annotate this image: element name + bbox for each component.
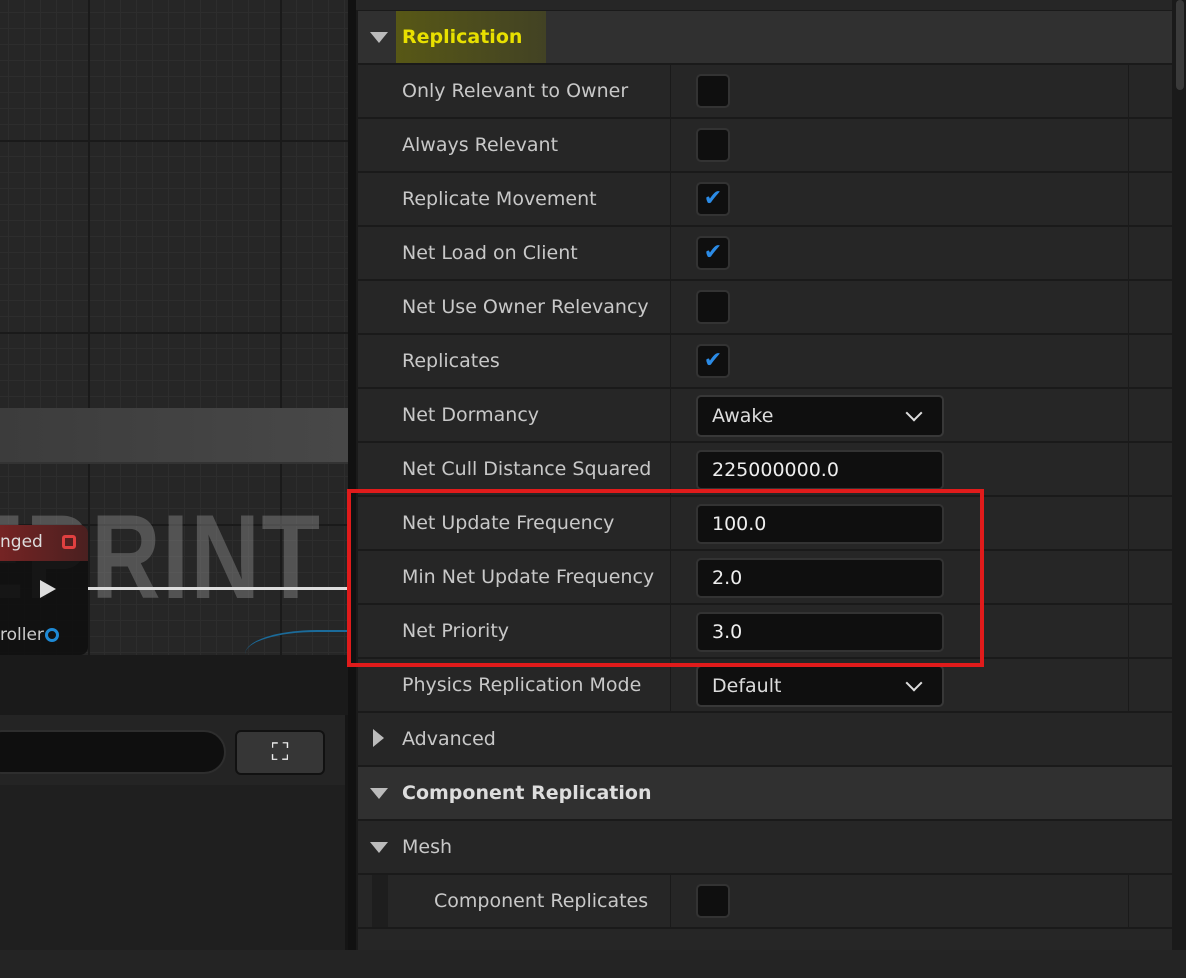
column-divider [1128, 227, 1129, 279]
column-divider [1128, 551, 1129, 603]
node-pin-label: roller [0, 625, 44, 645]
property-row: Net Use Owner Relevancy [358, 281, 1172, 333]
object-wire [245, 630, 348, 655]
results-panel [0, 785, 345, 950]
column-divider [1128, 335, 1129, 387]
property-label: Always Relevant [402, 134, 559, 156]
property-label: Replicates [402, 350, 500, 372]
column-divider [1128, 389, 1129, 441]
category-component-replication[interactable]: Component Replication [358, 767, 1172, 819]
top-row [356, 0, 1172, 10]
advanced-label: Advanced [402, 728, 496, 750]
collapse-arrow-icon [373, 729, 384, 747]
column-divider [670, 119, 671, 171]
property-label: Net Dormancy [402, 404, 540, 426]
column-divider [1128, 875, 1129, 927]
property-label: Net Use Owner Relevancy [402, 296, 649, 318]
column-divider [1128, 173, 1129, 225]
property-label: Replicate Movement [402, 188, 597, 210]
character-movement-label: Character Movement [402, 933, 602, 950]
expand-arrow-icon [370, 842, 388, 853]
dropdown-value: Default [712, 675, 782, 697]
binoculars-icon: ⛶ [271, 738, 289, 766]
scrollbar-thumb[interactable] [1176, 0, 1184, 90]
column-divider [670, 875, 671, 927]
graph-node-bar [0, 408, 348, 464]
property-row: Net Cull Distance Squared 225000000.0 [358, 443, 1172, 495]
object-pin-icon[interactable] [45, 628, 59, 642]
scrollbar[interactable] [1172, 0, 1186, 950]
property-label: Net Cull Distance Squared [402, 458, 652, 480]
column-divider [670, 443, 671, 495]
property-checkbox[interactable] [696, 290, 730, 324]
column-divider [1128, 281, 1129, 333]
advanced-row[interactable]: Advanced [358, 713, 1172, 765]
property-label: Net Load on Client [402, 242, 578, 264]
property-row: Net Dormancy Awake [358, 389, 1172, 441]
column-divider [670, 389, 671, 441]
find-button[interactable]: ⛶ [235, 730, 325, 775]
property-checkbox[interactable]: ✔ [696, 344, 730, 378]
character-movement-row[interactable]: Character Movement [358, 929, 1172, 950]
details-panel: Replication Only Relevant to Owner Always… [356, 0, 1172, 950]
property-dropdown[interactable]: Default [696, 665, 944, 707]
category-replication[interactable]: Replication [358, 11, 1172, 63]
chevron-down-icon [905, 674, 923, 692]
checkmark-icon: ✔ [703, 186, 723, 211]
column-divider [1128, 605, 1129, 657]
checkmark-icon: ✔ [703, 348, 723, 373]
mesh-label: Mesh [402, 836, 453, 858]
bottom-bar [0, 950, 1186, 978]
dropdown-value: Awake [712, 405, 774, 427]
exec-wire [88, 587, 348, 590]
column-divider [1128, 497, 1129, 549]
property-checkbox[interactable] [696, 128, 730, 162]
chevron-down-icon [905, 404, 923, 422]
delegate-pin-icon[interactable] [62, 535, 76, 549]
column-divider [670, 281, 671, 333]
column-divider [1128, 119, 1129, 171]
panel-header [0, 655, 348, 715]
highlight-box [347, 489, 984, 667]
property-row: Only Relevant to Owner [358, 65, 1172, 117]
property-checkbox[interactable]: ✔ [696, 236, 730, 270]
exec-pin-icon[interactable] [40, 580, 56, 598]
column-divider [1128, 65, 1129, 117]
property-row: Replicates ✔ [358, 335, 1172, 387]
blueprint-graph[interactable]: EPRINT nged roller [0, 0, 348, 655]
column-divider [670, 65, 671, 117]
column-divider [1128, 659, 1129, 711]
column-divider [1128, 443, 1129, 495]
property-number-input[interactable]: 225000000.0 [696, 450, 944, 490]
property-label: Only Relevant to Owner [402, 80, 629, 102]
property-dropdown[interactable]: Awake [696, 395, 944, 437]
category-label: Component Replication [402, 782, 652, 804]
property-label: Component Replicates [434, 890, 649, 912]
search-input[interactable] [0, 730, 226, 774]
property-row: Net Load on Client ✔ [358, 227, 1172, 279]
indent [372, 875, 388, 927]
column-divider [670, 173, 671, 225]
expand-arrow-icon [370, 32, 388, 43]
property-row: Replicate Movement ✔ [358, 173, 1172, 225]
property-checkbox[interactable] [696, 74, 730, 108]
checkmark-icon: ✔ [703, 240, 723, 265]
column-divider [670, 335, 671, 387]
property-checkbox[interactable]: ✔ [696, 182, 730, 216]
category-label: Replication [396, 11, 547, 63]
mesh-row[interactable]: Mesh [358, 821, 1172, 873]
expand-arrow-icon [370, 788, 388, 799]
property-row: Always Relevant [358, 119, 1172, 171]
component-replicates-row: Component Replicates [358, 875, 1172, 927]
component-replicates-checkbox[interactable] [696, 884, 730, 918]
search-row: ⛶ [0, 715, 345, 785]
column-divider [670, 227, 671, 279]
